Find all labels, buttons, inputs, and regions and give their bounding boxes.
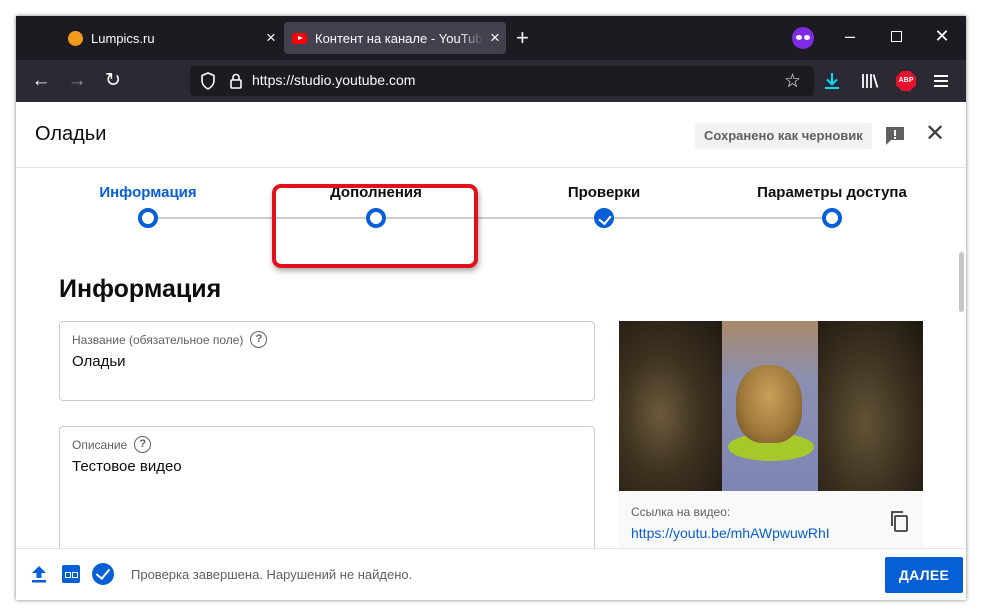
title-label-text: Название (обязательное поле) <box>72 332 244 347</box>
download-icon[interactable] <box>819 68 845 94</box>
minimize-button[interactable]: – <box>838 26 862 47</box>
tab-lumpics[interactable]: Lumpics.ru × <box>60 22 282 54</box>
highlight-annotation-box <box>272 184 478 268</box>
dialog-header: Оладьи Сохранено как черновик ✕ <box>16 102 966 168</box>
tab-close-icon[interactable]: × <box>260 28 282 48</box>
draft-status-badge: Сохранено как черновик <box>695 123 872 149</box>
step-current-icon <box>138 208 158 228</box>
tab-title: Lumpics.ru <box>91 30 155 46</box>
maximize-button[interactable] <box>884 26 908 47</box>
scrollbar[interactable] <box>959 252 964 312</box>
url-text: https://studio.youtube.com <box>252 72 416 88</box>
step-label: Проверки <box>567 184 641 201</box>
title-field[interactable]: Название (обязательное поле) ? Оладьи <box>59 321 595 401</box>
feedback-icon[interactable] <box>883 124 907 148</box>
window-close-button[interactable]: ✕ <box>930 26 954 47</box>
thumbnail-center-frame <box>722 321 818 491</box>
video-preview-card: Ссылка на видео: https://youtu.be/mhAWpw… <box>619 321 923 559</box>
stepper-line <box>148 217 834 219</box>
next-button[interactable]: ДАЛЕЕ <box>885 557 963 593</box>
checks-complete-icon[interactable] <box>92 563 114 585</box>
shield-icon[interactable] <box>198 71 218 91</box>
bookmark-star-icon[interactable]: ☆ <box>784 70 801 93</box>
address-bar[interactable]: https://studio.youtube.com ☆ <box>190 66 814 96</box>
close-icon[interactable]: ✕ <box>922 120 948 147</box>
abp-text: ABP <box>896 71 916 91</box>
dialog-footer: Проверка завершена. Нарушений не найдено… <box>16 548 966 600</box>
help-icon[interactable]: ? <box>250 331 268 348</box>
youtube-favicon-icon <box>292 32 307 44</box>
description-input[interactable]: Тестовое видео <box>72 458 182 475</box>
video-link-label: Ссылка на видео: <box>631 505 731 519</box>
hd-processing-icon[interactable] <box>62 565 80 583</box>
abp-icon[interactable]: ABP <box>893 68 919 94</box>
step-pending-icon <box>822 208 842 228</box>
screenshot: Lumpics.ru × Контент на канале - YouTube… <box>0 0 982 616</box>
video-link[interactable]: https://youtu.be/mhAWpwuwRhI <box>631 525 830 541</box>
page-viewport: Оладьи Сохранено как черновик ✕ Информац… <box>16 102 966 600</box>
tab-close-icon[interactable]: × <box>484 28 506 48</box>
description-label-text: Описание <box>72 437 128 452</box>
thumbnail-left-frame <box>619 321 722 491</box>
help-icon[interactable]: ? <box>134 436 152 453</box>
menu-icon[interactable] <box>928 68 954 94</box>
status-text: Проверка завершена. Нарушений не найдено… <box>131 567 413 582</box>
video-thumbnail[interactable] <box>619 321 923 491</box>
step-done-check-icon <box>594 208 614 228</box>
new-tab-button[interactable]: + <box>516 27 529 49</box>
section-title: Информация <box>59 275 222 303</box>
step-checks[interactable]: Проверки <box>494 168 714 228</box>
navigation-toolbar: ← → ↻ https://studio.youtube.com ☆ ABP <box>16 60 966 102</box>
step-information[interactable]: Информация <box>38 168 258 228</box>
maximize-icon <box>890 31 902 42</box>
step-label: Параметры доступа <box>757 184 907 201</box>
upload-stepper: Информация Дополнения Проверки Параметры… <box>16 168 966 258</box>
pancake-stack-image <box>736 365 802 443</box>
tab-title: Контент на канале - YouTube Studio <box>315 30 484 46</box>
description-field[interactable]: Описание ? Тестовое видео <box>59 426 595 566</box>
title-field-label: Название (обязательное поле) ? <box>72 331 268 348</box>
dialog-title: Оладьи <box>35 123 107 145</box>
back-arrow-icon[interactable]: ← <box>28 68 54 94</box>
forward-arrow-icon[interactable]: → <box>64 68 90 94</box>
browser-window: Lumpics.ru × Контент на канале - YouTube… <box>16 16 966 600</box>
step-label: Информация <box>99 184 197 201</box>
title-input[interactable]: Оладьи <box>72 353 126 370</box>
reload-icon[interactable]: ↻ <box>100 68 126 94</box>
library-icon[interactable] <box>857 68 883 94</box>
upload-icon[interactable] <box>28 563 50 585</box>
lock-icon[interactable] <box>226 71 246 91</box>
tab-bar: Lumpics.ru × Контент на канале - YouTube… <box>16 16 966 60</box>
private-mask-icon[interactable] <box>792 27 814 49</box>
lumpics-favicon-icon <box>68 30 83 46</box>
step-access-settings[interactable]: Параметры доступа <box>722 168 942 228</box>
description-field-label: Описание ? <box>72 436 152 453</box>
copy-icon[interactable] <box>887 509 911 533</box>
thumbnail-right-frame <box>818 321 923 491</box>
tab-youtube-studio[interactable]: Контент на канале - YouTube Studio × <box>284 22 506 54</box>
